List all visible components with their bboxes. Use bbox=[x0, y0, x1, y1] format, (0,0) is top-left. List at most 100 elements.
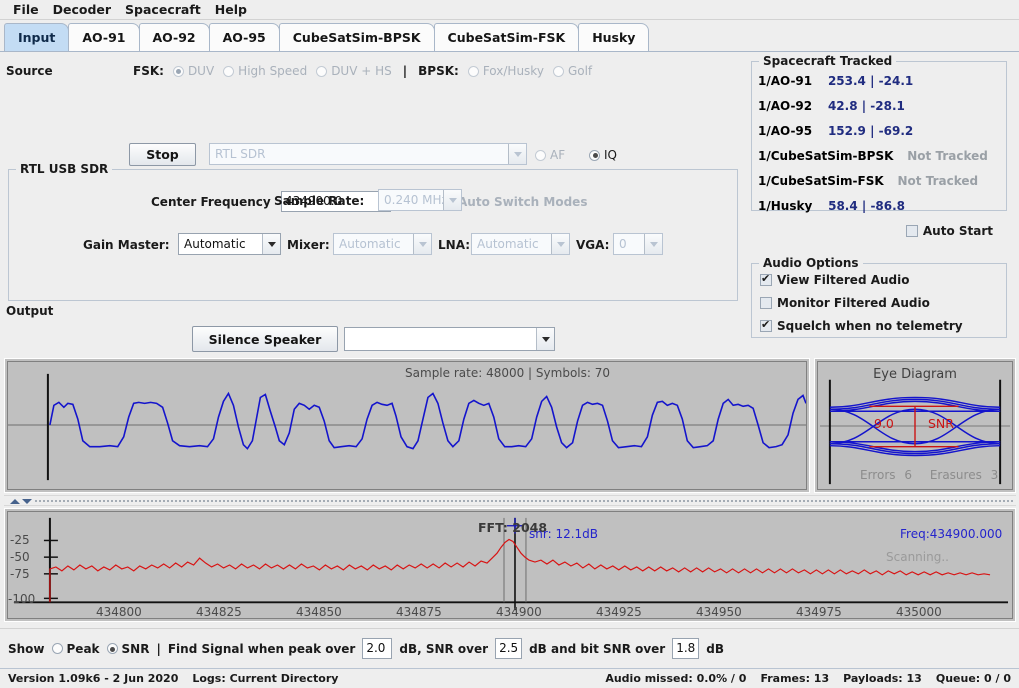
audio-scope-svg bbox=[8, 373, 806, 481]
tab-cubesatsim-bpsk[interactable]: CubeSatSim-BPSK bbox=[278, 23, 435, 51]
spacecraft-value: Not Tracked bbox=[897, 174, 979, 188]
chevron-down-icon[interactable] bbox=[551, 234, 569, 254]
vga-combo-value: 0 bbox=[619, 237, 627, 251]
radio-bpsk-fox-husky[interactable]: Fox/Husky bbox=[467, 64, 544, 78]
silence-speaker-button[interactable]: Silence Speaker bbox=[192, 326, 338, 352]
auto-start-label: Auto Start bbox=[922, 224, 993, 238]
radio-iq-label: IQ bbox=[604, 148, 617, 162]
menu-item-decoder[interactable]: Decoder bbox=[46, 1, 118, 18]
radio-show-snr[interactable]: SNR bbox=[106, 641, 150, 656]
sample-rate-combo-value: 0.240 MHz bbox=[384, 193, 443, 207]
chevron-down-icon[interactable] bbox=[508, 144, 526, 164]
eye-diagram-canvas[interactable]: Eye Diagram 9.0 SNR Errors 6 Erasures 3 bbox=[817, 361, 1013, 490]
spacecraft-value: 42.8 | -28.1 bbox=[827, 99, 905, 113]
gain-master-combo[interactable]: Automatic bbox=[178, 233, 281, 255]
audio-scope-canvas[interactable]: Sample rate: 48000 | Symbols: 70 bbox=[7, 361, 807, 490]
snr-over-input[interactable]: 2.5 bbox=[495, 638, 523, 659]
radio-fsk-duv-hs[interactable]: DUV + HS bbox=[316, 64, 392, 78]
chevron-down-icon[interactable] bbox=[413, 234, 431, 254]
lna-combo[interactable]: Automatic bbox=[471, 233, 570, 255]
sample-rate-combo[interactable]: 0.240 MHz bbox=[378, 189, 462, 211]
spacecraft-name: 1/AO-91 bbox=[758, 74, 813, 88]
radio-show-snr-label: SNR bbox=[121, 641, 150, 656]
radio-fsk-duv[interactable]: DUV bbox=[172, 64, 214, 78]
radio-bpsk-golf[interactable]: Golf bbox=[552, 64, 592, 78]
mixer-combo[interactable]: Automatic bbox=[333, 233, 432, 255]
tab-husky[interactable]: Husky bbox=[578, 23, 650, 51]
sdr-device-combo[interactable]: RTL SDR bbox=[209, 143, 527, 165]
radio-show-peak-label: Peak bbox=[66, 641, 100, 656]
output-device-combo[interactable] bbox=[344, 327, 555, 351]
fft-x-tick: 434900 bbox=[496, 605, 542, 619]
monitor-filtered-audio-checkbox[interactable]: Monitor Filtered Audio bbox=[760, 296, 930, 310]
chevron-down-icon[interactable] bbox=[536, 328, 554, 350]
eye-diagram-panel[interactable]: Eye Diagram 9.0 SNR Errors 6 Erasures 3 bbox=[814, 358, 1016, 493]
eye-errors-label: Errors bbox=[860, 468, 896, 482]
tab-bar: Input AO-91 AO-92 AO-95 CubeSatSim-BPSK … bbox=[0, 20, 1019, 52]
radio-bpsk-fox-husky-label: Fox/Husky bbox=[482, 64, 544, 78]
bit-snr-over-input[interactable]: 1.8 bbox=[672, 638, 700, 659]
source-section-label: Source bbox=[6, 64, 53, 78]
version-label: Version 1.09k6 - 2 Jun 2020 bbox=[8, 672, 179, 685]
menu-item-spacecraft[interactable]: Spacecraft bbox=[118, 1, 208, 18]
fft-panel[interactable]: -25 -50 -75 -100 434800 434825 434850 43… bbox=[4, 508, 1016, 622]
fft-x-tick: 434875 bbox=[396, 605, 442, 619]
menu-item-help[interactable]: Help bbox=[208, 1, 254, 18]
split-pane-divider[interactable] bbox=[4, 495, 1016, 506]
chevron-down-icon[interactable] bbox=[644, 234, 662, 254]
vga-combo[interactable]: 0 bbox=[613, 233, 663, 255]
eye-erasures-value: 3 bbox=[990, 468, 999, 482]
find-signal-label: Find Signal when peak over bbox=[167, 641, 356, 656]
chevron-down-icon[interactable] bbox=[443, 190, 461, 210]
radio-show-peak[interactable]: Peak bbox=[51, 641, 100, 656]
fft-x-tick: 434800 bbox=[96, 605, 142, 619]
fft-canvas[interactable]: -25 -50 -75 -100 434800 434825 434850 43… bbox=[7, 511, 1013, 619]
spacecraft-value: 58.4 | -86.8 bbox=[828, 199, 906, 213]
view-filtered-audio-checkbox[interactable]: View Filtered Audio bbox=[760, 272, 910, 287]
radio-fsk-high-speed[interactable]: High Speed bbox=[223, 64, 307, 78]
fft-x-tick: 435000 bbox=[896, 605, 942, 619]
menu-item-file[interactable]: File bbox=[6, 1, 46, 18]
payloads-label: Payloads: 13 bbox=[843, 672, 922, 685]
collapse-down-icon[interactable] bbox=[22, 499, 32, 504]
tab-ao-95[interactable]: AO-95 bbox=[208, 23, 280, 51]
peak-over-input[interactable]: 2.0 bbox=[362, 638, 393, 659]
chevron-down-icon[interactable] bbox=[262, 234, 280, 254]
tab-ao-92[interactable]: AO-92 bbox=[138, 23, 210, 51]
fft-x-tick: 434925 bbox=[596, 605, 642, 619]
fft-x-tick: 434950 bbox=[696, 605, 742, 619]
db-snr-over-label: dB, SNR over bbox=[399, 641, 489, 656]
spacecraft-value: 253.4 | -24.1 bbox=[827, 74, 914, 88]
fft-scanning-text: Scanning.. bbox=[886, 550, 949, 564]
spacecraft-tracked-group: Spacecraft Tracked 1/AO-91 253.4 | -24.1… bbox=[751, 54, 1007, 238]
collapse-up-icon[interactable] bbox=[10, 499, 20, 504]
status-bar: Version 1.09k6 - 2 Jun 2020 Logs: Curren… bbox=[0, 668, 1019, 688]
spacecraft-row: 1/AO-92 42.8 | -28.1 bbox=[758, 99, 905, 113]
sample-rate-label: Sample Rate: bbox=[274, 194, 365, 208]
status-counters: Audio missed: 0.0% / 0 Frames: 13 Payloa… bbox=[605, 672, 1011, 685]
tab-input[interactable]: Input bbox=[4, 23, 70, 51]
auto-start-checkbox[interactable]: Auto Start bbox=[905, 224, 993, 238]
stop-button[interactable]: Stop bbox=[129, 143, 196, 166]
radio-iq[interactable]: IQ bbox=[589, 148, 617, 162]
fft-y-tick: -100 bbox=[8, 592, 36, 606]
radio-af-label: AF bbox=[550, 148, 566, 162]
squelch-no-telemetry-checkbox[interactable]: Squelch when no telemetry bbox=[760, 318, 963, 333]
show-label: Show bbox=[8, 641, 45, 656]
audio-options-title: Audio Options bbox=[759, 256, 863, 270]
spacecraft-value: 152.9 | -69.2 bbox=[827, 124, 914, 138]
radio-fsk-high-speed-label: High Speed bbox=[238, 64, 308, 78]
modulation-row: FSK: DUV High Speed DUV + HS | BPSK: Fox… bbox=[133, 64, 592, 78]
audio-scope-panel[interactable]: Sample rate: 48000 | Symbols: 70 bbox=[4, 358, 810, 493]
monitor-filtered-audio-label: Monitor Filtered Audio bbox=[777, 296, 930, 310]
tab-ao-91[interactable]: AO-91 bbox=[68, 23, 140, 51]
radio-af[interactable]: AF bbox=[535, 148, 565, 162]
spacecraft-tracked-title: Spacecraft Tracked bbox=[759, 54, 897, 68]
spacecraft-value: Not Tracked bbox=[907, 149, 988, 163]
tab-cubesatsim-fsk[interactable]: CubeSatSim-FSK bbox=[433, 23, 580, 51]
divider-grip bbox=[34, 499, 1014, 502]
output-device-combo-value bbox=[345, 328, 536, 350]
eye-errors: Errors 6 Erasures 3 bbox=[860, 468, 998, 482]
fsk-label: FSK: bbox=[133, 64, 164, 78]
view-filtered-audio-label: View Filtered Audio bbox=[777, 273, 910, 287]
